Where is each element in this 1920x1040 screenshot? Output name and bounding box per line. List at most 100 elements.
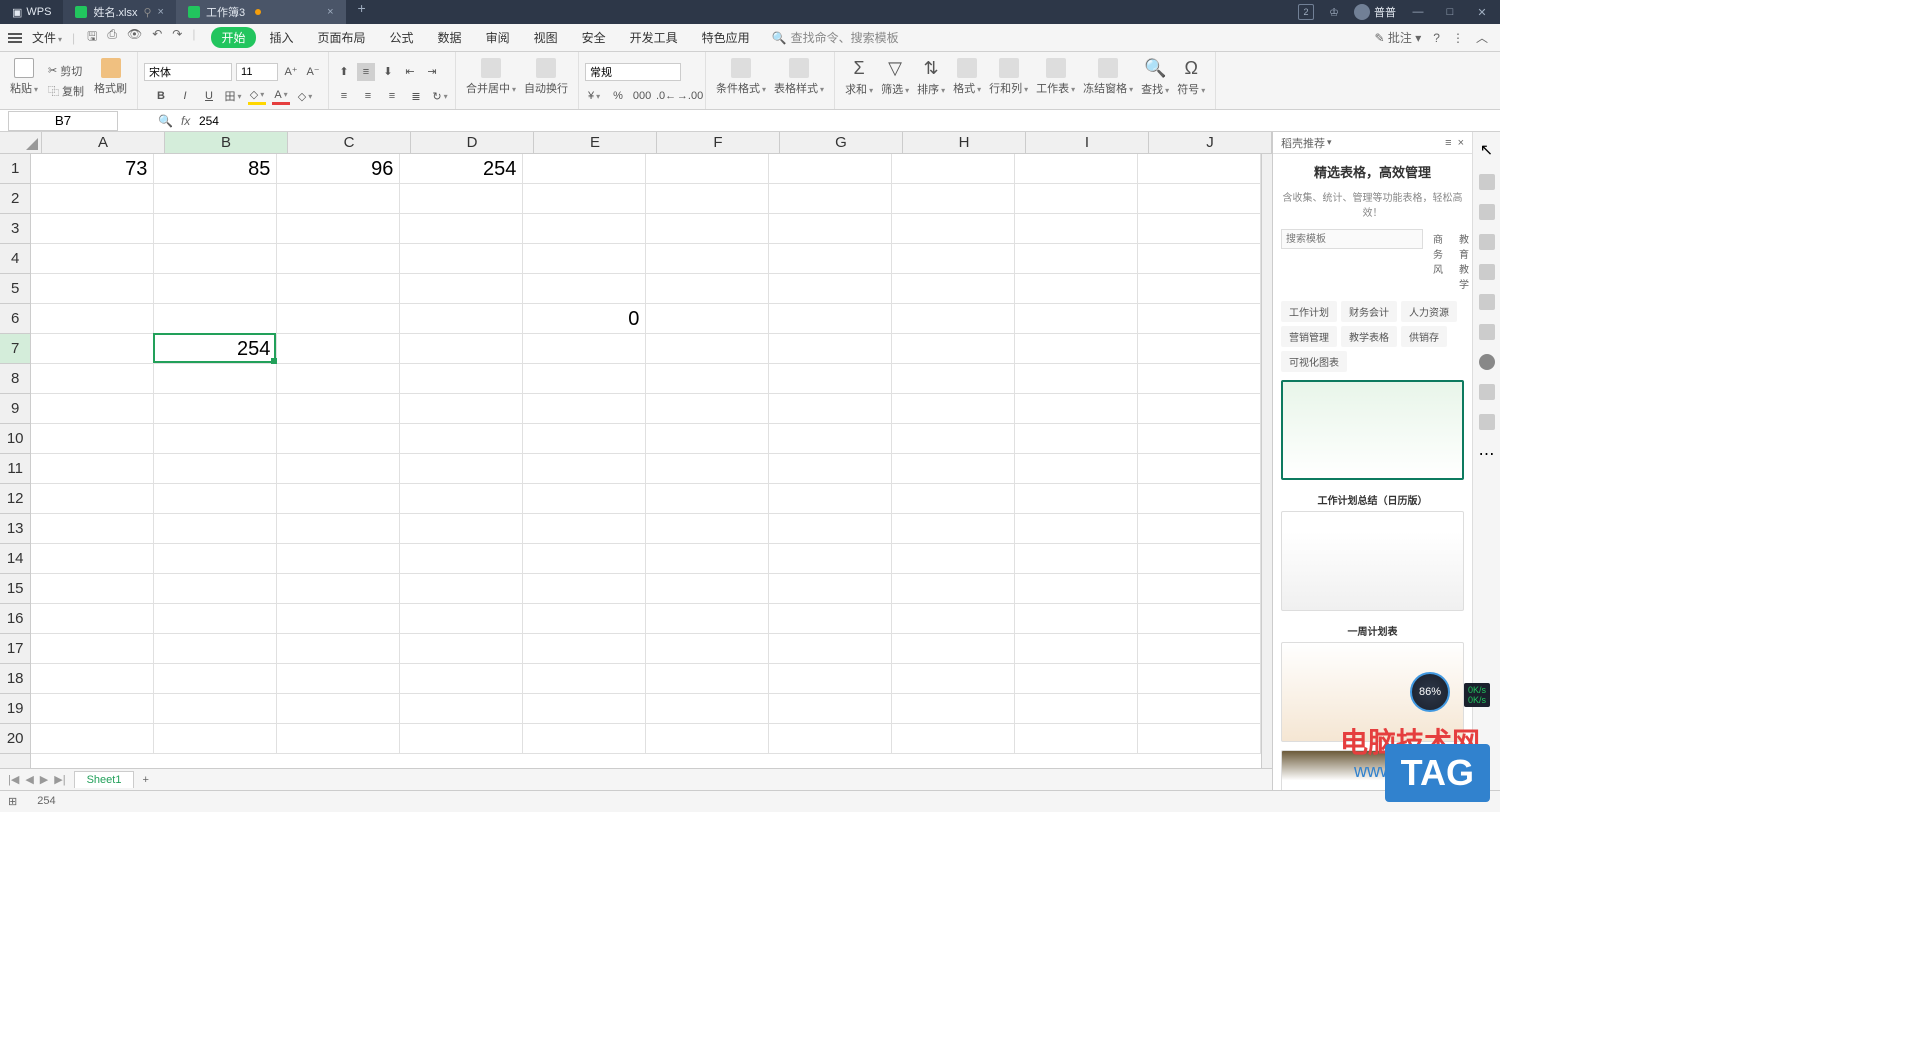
cell-E14[interactable]	[523, 544, 646, 574]
cell-I6[interactable]	[1015, 304, 1138, 334]
cell-E12[interactable]	[523, 484, 646, 514]
cell-E8[interactable]	[523, 364, 646, 394]
sum-button[interactable]: Σ求和	[841, 56, 877, 105]
cell-A20[interactable]	[31, 724, 154, 754]
cell-D18[interactable]	[400, 664, 523, 694]
cell-D11[interactable]	[400, 454, 523, 484]
cell-J14[interactable]	[1138, 544, 1261, 574]
cell-C10[interactable]	[277, 424, 400, 454]
cell-C1[interactable]: 96	[277, 154, 400, 184]
cell-A19[interactable]	[31, 694, 154, 724]
cell-E3[interactable]	[523, 214, 646, 244]
cell-D1[interactable]: 254	[400, 154, 523, 184]
cell-I15[interactable]	[1015, 574, 1138, 604]
format-button[interactable]: 格式	[949, 56, 985, 105]
cell-G15[interactable]	[769, 574, 892, 604]
col-header-C[interactable]: C	[288, 132, 411, 153]
cell-B2[interactable]	[154, 184, 277, 214]
vertical-scrollbar[interactable]	[1261, 154, 1272, 768]
cell-I8[interactable]	[1015, 364, 1138, 394]
cond-format-button[interactable]: 条件格式	[712, 56, 770, 105]
template-tag[interactable]: 人力资源	[1401, 301, 1457, 322]
align-bottom-icon[interactable]: ⬇	[379, 63, 397, 81]
cell-H13[interactable]	[892, 514, 1015, 544]
cell-G12[interactable]	[769, 484, 892, 514]
row-header-14[interactable]: 14	[0, 544, 30, 574]
badge-icon[interactable]: 2	[1298, 4, 1314, 20]
row-header-8[interactable]: 8	[0, 364, 30, 394]
cell-H20[interactable]	[892, 724, 1015, 754]
cell-J16[interactable]	[1138, 604, 1261, 634]
symbol-button[interactable]: Ω符号	[1173, 56, 1209, 105]
clear-format-button[interactable]: ◇	[296, 87, 314, 105]
cell-F4[interactable]	[646, 244, 769, 274]
cell-A13[interactable]	[31, 514, 154, 544]
currency-icon[interactable]: ¥	[585, 87, 603, 105]
number-format-select[interactable]	[585, 63, 681, 81]
cell-G4[interactable]	[769, 244, 892, 274]
cell-I1[interactable]	[1015, 154, 1138, 184]
annotate-button[interactable]: ✎ 批注 ▾	[1375, 29, 1422, 46]
cell-E15[interactable]	[523, 574, 646, 604]
cell-J1[interactable]	[1138, 154, 1261, 184]
cell-C9[interactable]	[277, 394, 400, 424]
cell-I13[interactable]	[1015, 514, 1138, 544]
cell-G11[interactable]	[769, 454, 892, 484]
cell-D2[interactable]	[400, 184, 523, 214]
cell-F5[interactable]	[646, 274, 769, 304]
cell-A11[interactable]	[31, 454, 154, 484]
worksheet-button[interactable]: 工作表	[1032, 56, 1079, 105]
cell-D16[interactable]	[400, 604, 523, 634]
cell-B5[interactable]	[154, 274, 277, 304]
cell-C13[interactable]	[277, 514, 400, 544]
row-header-17[interactable]: 17	[0, 634, 30, 664]
cell-H19[interactable]	[892, 694, 1015, 724]
tab-pin-icon[interactable]: ⚲	[143, 6, 151, 19]
cell-B7[interactable]: 254	[154, 334, 277, 364]
cell-F18[interactable]	[646, 664, 769, 694]
collapse-ribbon-icon[interactable]: ︿	[1476, 29, 1488, 46]
cell-G5[interactable]	[769, 274, 892, 304]
cell-I12[interactable]	[1015, 484, 1138, 514]
template-tag[interactable]: 财务会计	[1341, 301, 1397, 322]
row-header-7[interactable]: 7	[0, 334, 30, 364]
cell-C8[interactable]	[277, 364, 400, 394]
cell-D5[interactable]	[400, 274, 523, 304]
cell-D12[interactable]	[400, 484, 523, 514]
cell-E11[interactable]	[523, 454, 646, 484]
template-tag[interactable]: 可视化图表	[1281, 351, 1347, 372]
tab-file-2[interactable]: 工作簿3 ×	[176, 0, 346, 24]
cell-C6[interactable]	[277, 304, 400, 334]
cell-B6[interactable]	[154, 304, 277, 334]
cell-A16[interactable]	[31, 604, 154, 634]
cell-H6[interactable]	[892, 304, 1015, 334]
cell-H9[interactable]	[892, 394, 1015, 424]
user-badge[interactable]: 普普	[1354, 4, 1396, 20]
font-name-select[interactable]	[144, 63, 232, 81]
row-header-19[interactable]: 19	[0, 694, 30, 724]
cell-E9[interactable]	[523, 394, 646, 424]
cursor-icon[interactable]: ↖	[1480, 140, 1493, 160]
cell-E18[interactable]	[523, 664, 646, 694]
cell-H5[interactable]	[892, 274, 1015, 304]
minimize-button[interactable]: —	[1408, 6, 1428, 18]
cell-B18[interactable]	[154, 664, 277, 694]
row-header-11[interactable]: 11	[0, 454, 30, 484]
table-style-button[interactable]: 表格样式	[770, 56, 828, 105]
col-header-G[interactable]: G	[780, 132, 903, 153]
cell-I9[interactable]	[1015, 394, 1138, 424]
cell-A6[interactable]	[31, 304, 154, 334]
cell-B19[interactable]	[154, 694, 277, 724]
cell-A8[interactable]	[31, 364, 154, 394]
cell-D6[interactable]	[400, 304, 523, 334]
cell-D7[interactable]	[400, 334, 523, 364]
decrease-font-icon[interactable]: A⁻	[304, 63, 322, 81]
tab-formula[interactable]: 公式	[380, 25, 424, 50]
cell-E4[interactable]	[523, 244, 646, 274]
cell-G19[interactable]	[769, 694, 892, 724]
panel-settings-icon[interactable]: ≡	[1445, 137, 1451, 149]
cut-button[interactable]: ✂剪切	[46, 62, 86, 80]
align-center-icon[interactable]: ≡	[359, 87, 377, 105]
select-all-corner[interactable]	[0, 132, 42, 153]
cell-A15[interactable]	[31, 574, 154, 604]
